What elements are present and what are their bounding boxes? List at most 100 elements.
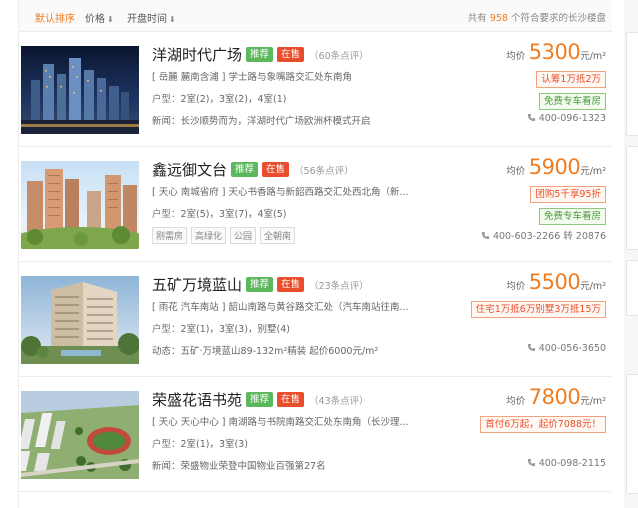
- promo-badge[interactable]: 首付6万起，起价7088元！: [480, 416, 606, 433]
- price-block: 均价 5500元/m²: [506, 270, 606, 294]
- listing-layouts: 户型：2室(5)，3室(7)，4室(5): [152, 206, 287, 220]
- price-block: 均价 5300元/m²: [506, 40, 606, 64]
- review-count-link[interactable]: （23条点评）: [309, 281, 369, 292]
- review-count-link[interactable]: （56条点评）: [294, 166, 354, 177]
- phone-text: 400-056-3650: [538, 343, 606, 354]
- layout-values[interactable]: 2室(1)，3室(3): [181, 439, 249, 450]
- listing-page: 默认排序 价格 ⬇ 开盘时间 ⬇ 共有 958 个符合要求的长沙楼盘 洋湖时代广…: [0, 0, 638, 508]
- phone-number: 400-056-3650: [527, 343, 606, 354]
- sort-default-button[interactable]: 默认排序: [35, 10, 75, 25]
- layout-values[interactable]: 2室(1)，3室(3)，别墅(4): [181, 324, 290, 335]
- price-value: 7800: [528, 385, 581, 409]
- sort-open-time-label: 开盘时间: [127, 14, 167, 25]
- listing-address: [ 天心 南城省府 ] 天心书香路与新韶西路交汇处西北角（新...: [152, 187, 409, 198]
- listing-news: 新闻：长沙顺势而为，洋湖时代广场欧洲杯模式开启: [152, 113, 437, 127]
- feature-tag: 公园: [230, 227, 257, 244]
- listing-title[interactable]: 荣盛花语书苑: [152, 391, 242, 409]
- price-unit: 元/m²: [580, 166, 606, 177]
- recommend-tag: 推荐: [231, 162, 259, 177]
- price-label: 均价: [506, 281, 526, 292]
- listing-news: 动态：五矿·万境蓝山89-132m²精装 起价6000元/m²: [152, 343, 437, 357]
- sort-price-label: 价格: [85, 14, 105, 25]
- listing-item-partial: [19, 493, 612, 508]
- phone-text: 400-096-1323: [538, 113, 606, 124]
- property-thumbnail[interactable]: [21, 276, 139, 364]
- recommend-tag: 推荐: [246, 47, 274, 62]
- price-label: 均价: [506, 51, 526, 62]
- feature-tag: 全朝南: [260, 227, 296, 244]
- result-count-number: 958: [489, 13, 508, 24]
- news-link[interactable]: 五矿·万境蓝山89-132m²精装 起价6000元/m²: [181, 346, 379, 357]
- on-sale-tag: 在售: [262, 162, 290, 177]
- promo-badge[interactable]: 认筹1万抵2万: [536, 71, 606, 88]
- sort-price-button[interactable]: 价格 ⬇: [85, 10, 114, 25]
- sort-open-time-button[interactable]: 开盘时间 ⬇: [127, 10, 176, 25]
- feature-tag: 刚需房: [152, 227, 188, 244]
- on-sale-tag: 在售: [277, 392, 305, 407]
- phone-icon: [527, 113, 535, 122]
- news-link[interactable]: 荣盛物业荣登中国物业百强第27名: [181, 461, 326, 472]
- promo-badge[interactable]: 住宅1万抵6万别墅3万抵15万: [470, 301, 606, 318]
- listing-address: [ 天心 天心中心 ] 南湖路与书院南路交汇处东南角（长沙理...: [152, 417, 409, 428]
- price-unit: 元/m²: [580, 396, 606, 407]
- phone-text: 400-098-2115: [538, 458, 606, 469]
- listing-title[interactable]: 鑫远御文台: [152, 161, 227, 179]
- listing-title-row: 荣盛花语书苑 推荐 在售 （43条点评）: [152, 389, 369, 409]
- recommend-tag: 推荐: [246, 277, 274, 292]
- property-thumbnail[interactable]: [21, 391, 139, 479]
- listing-title-row: 五矿万境蓝山 推荐 在售 （23条点评）: [152, 274, 369, 294]
- review-count-link[interactable]: （43条点评）: [309, 396, 369, 407]
- listing-item[interactable]: 洋湖时代广场 推荐 在售 （60条点评） [ 岳麓 麓南含浦 ] 学士路与象嘴路交汇处…: [19, 33, 612, 147]
- listing-title[interactable]: 洋湖时代广场: [152, 46, 242, 64]
- phone-number: 400-096-1323: [527, 113, 606, 124]
- layout-values[interactable]: 2室(5)，3室(7)，4室(5): [181, 209, 287, 220]
- property-thumbnail[interactable]: [21, 161, 139, 249]
- news-label: 新闻：: [152, 116, 181, 127]
- layout-values[interactable]: 2室(2)，3室(2)，4室(1): [181, 94, 287, 105]
- layout-label: 户型：: [152, 209, 181, 220]
- price-value: 5500: [528, 270, 581, 294]
- sidebar-panel: [626, 374, 638, 494]
- listing-layouts: 户型：2室(2)，3室(2)，4室(1): [152, 91, 287, 105]
- listing-address: [ 岳麓 麓南含浦 ] 学士路与象嘴路交汇处东南角: [152, 72, 352, 83]
- listing-item[interactable]: 鑫远御文台 推荐 在售 （56条点评） [ 天心 南城省府 ] 天心书香路与新韶西路交…: [19, 148, 612, 262]
- sidebar-panel: [626, 32, 638, 136]
- price-unit: 元/m²: [580, 281, 606, 292]
- price-value: 5300: [528, 40, 581, 64]
- phone-number: 400-098-2115: [527, 458, 606, 469]
- phone-text: 400-603-2266 转 20876: [492, 231, 606, 242]
- listing-title-row: 鑫远御文台 推荐 在售 （56条点评）: [152, 159, 354, 179]
- listing-address: [ 雨花 汽车南站 ] 韶山南路与黄谷路交汇处（汽车南站往南...: [152, 302, 409, 313]
- layout-label: 户型：: [152, 94, 181, 105]
- layout-label: 户型：: [152, 324, 181, 335]
- price-block: 均价 7800元/m²: [506, 385, 606, 409]
- price-label: 均价: [506, 396, 526, 407]
- listing-item[interactable]: 荣盛花语书苑 推荐 在售 （43条点评） [ 天心 天心中心 ] 南湖路与书院南路交汇…: [19, 378, 612, 492]
- listing-item[interactable]: 五矿万境蓝山 推荐 在售 （23条点评） [ 雨花 汽车南站 ] 韶山南路与黄谷路交汇…: [19, 263, 612, 377]
- sidebar-panel: [626, 146, 638, 250]
- listing-news: 新闻：荣盛物业荣登中国物业百强第27名: [152, 458, 437, 472]
- news-link[interactable]: 长沙顺势而为，洋湖时代广场欧洲杯模式开启: [181, 116, 371, 127]
- news-label: 动态：: [152, 346, 181, 357]
- phone-number: 400-603-2266 转 20876: [481, 228, 606, 242]
- right-sidebar-gutter: [624, 0, 638, 508]
- layout-label: 户型：: [152, 439, 181, 450]
- promo-badge[interactable]: 团购5千享95折: [530, 186, 606, 203]
- result-count-prefix: 共有: [467, 13, 487, 24]
- sidebar-panel: [626, 260, 638, 316]
- review-count-link[interactable]: （60条点评）: [309, 51, 369, 62]
- listing-title[interactable]: 五矿万境蓝山: [152, 276, 242, 294]
- news-label: 新闻：: [152, 461, 181, 472]
- free-shuttle-badge[interactable]: 免费专车看房: [538, 208, 606, 225]
- feature-tags: 刚需房 高绿化 公园 全朝南: [152, 227, 299, 244]
- result-count: 共有 958 个符合要求的长沙楼盘: [468, 10, 606, 24]
- listing-layouts: 户型：2室(1)，3室(3)，别墅(4): [152, 321, 290, 335]
- on-sale-tag: 在售: [277, 47, 305, 62]
- on-sale-tag: 在售: [277, 277, 305, 292]
- price-value: 5900: [528, 155, 581, 179]
- property-thumbnail[interactable]: [21, 46, 139, 134]
- free-shuttle-badge[interactable]: 免费专车看房: [538, 93, 606, 110]
- listing-title-row: 洋湖时代广场 推荐 在售 （60条点评）: [152, 44, 369, 64]
- price-block: 均价 5900元/m²: [506, 155, 606, 179]
- listing-layouts: 户型：2室(1)，3室(3): [152, 436, 248, 450]
